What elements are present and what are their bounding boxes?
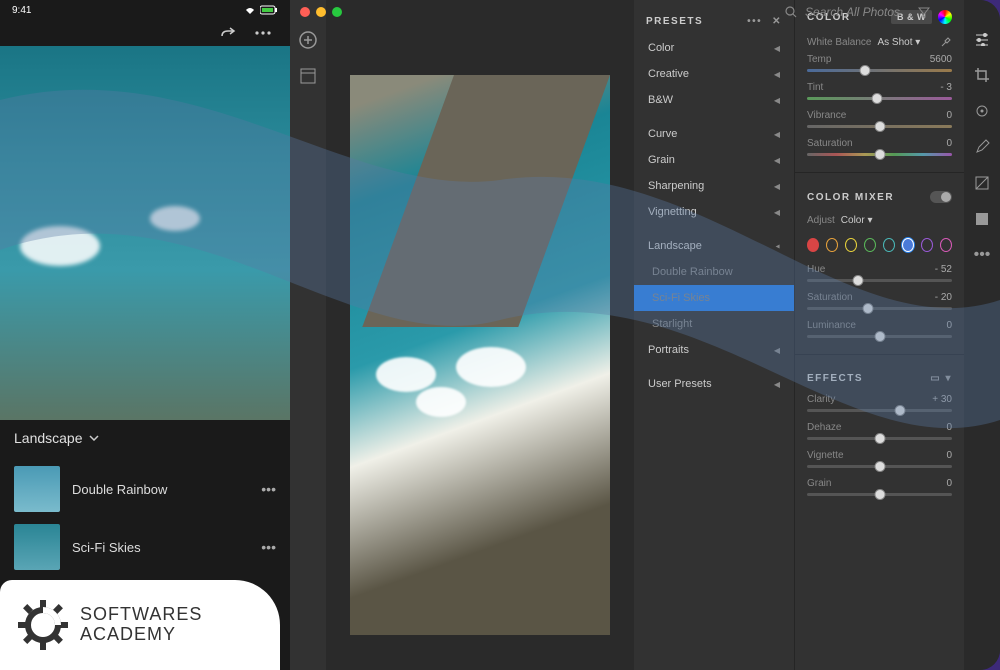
mobile-preset-row[interactable]: Double Rainbow ••• <box>14 460 276 518</box>
grid-view-icon[interactable] <box>298 66 318 86</box>
mobile-panel: 9:41 Landscape Double Rainbow <box>0 0 290 670</box>
preset-double-rainbow[interactable]: Double Rainbow <box>634 259 794 285</box>
presets-panel: PRESETS ••• ✕ Color◀ Creative◀ B&W◀ Curv… <box>634 0 794 670</box>
mobile-preview-image <box>0 46 290 420</box>
mobile-preset-row[interactable]: Sci-Fi Skies ••• <box>14 518 276 576</box>
preset-group-sharpening[interactable]: Sharpening◀ <box>634 173 794 199</box>
preset-group-user[interactable]: User Presets◀ <box>634 371 794 397</box>
watermark-text: SOFTWARES ACADEMY <box>80 605 202 645</box>
mobile-presets-list: Landscape Double Rainbow ••• Sci-Fi Skie… <box>0 420 290 586</box>
color-mixer-header: COLOR MIXER <box>795 181 964 211</box>
desktop-titlebar: Search All Photos <box>290 0 1000 24</box>
filter-icon[interactable] <box>918 6 930 18</box>
temp-slider[interactable]: Temp5600 <box>795 52 964 80</box>
preset-group-curve[interactable]: Curve◀ <box>634 121 794 147</box>
color-channel-dots <box>795 234 964 262</box>
color-dot-red[interactable] <box>807 238 819 252</box>
preset-group-vignetting[interactable]: Vignetting◀ <box>634 199 794 225</box>
preset-more-icon[interactable]: ••• <box>261 539 276 555</box>
color-dot-orange[interactable] <box>826 238 838 252</box>
gear-logo-icon <box>16 598 70 652</box>
adjust-selector[interactable]: Adjust Color ▾ <box>795 211 964 234</box>
crop-icon[interactable] <box>973 66 991 84</box>
mobile-toolbar <box>0 20 290 46</box>
mobile-category-selector[interactable]: Landscape <box>14 430 276 446</box>
color-dot-purple[interactable] <box>921 238 933 252</box>
preset-group-bw[interactable]: B&W◀ <box>634 87 794 113</box>
color-dot-magenta[interactable] <box>940 238 952 252</box>
controls-panel: COLOR B & W White Balance As Shot ▾ Temp… <box>794 0 964 670</box>
add-photo-icon[interactable] <box>298 30 318 50</box>
eyedropper-icon[interactable] <box>940 36 952 48</box>
color-dot-yellow[interactable] <box>845 238 857 252</box>
white-balance-row: White Balance As Shot ▾ <box>795 32 964 52</box>
right-tool-rail: ••• <box>964 0 1000 670</box>
preset-scifi-skies[interactable]: Sci-Fi Skies <box>634 285 794 311</box>
preset-group-landscape[interactable]: Landscape▾ <box>634 233 794 259</box>
left-toolbar <box>290 0 326 670</box>
search-box[interactable]: Search All Photos <box>785 5 930 19</box>
preset-group-creative[interactable]: Creative◀ <box>634 61 794 87</box>
more-icon[interactable] <box>254 24 272 42</box>
minimize-window-icon[interactable] <box>316 7 326 17</box>
wb-label: White Balance <box>807 37 871 48</box>
color-dot-green[interactable] <box>864 238 876 252</box>
preset-label: Double Rainbow <box>72 482 249 497</box>
effects-header: EFFECTS ▭ ▾ <box>795 363 964 392</box>
canvas-area <box>326 0 634 670</box>
desktop-panel: Search All Photos <box>290 0 1000 670</box>
status-icons <box>244 5 278 15</box>
preset-more-icon[interactable]: ••• <box>261 481 276 497</box>
hue-slider[interactable]: Hue- 52 <box>795 262 964 290</box>
color-mixer-title: COLOR MIXER <box>807 192 894 203</box>
radial-icon[interactable] <box>973 210 991 228</box>
preset-label: Sci-Fi Skies <box>72 540 249 555</box>
vibrance-slider[interactable]: Vibrance0 <box>795 108 964 136</box>
more-tools-icon[interactable]: ••• <box>973 246 991 264</box>
watermark-badge: SOFTWARES ACADEMY <box>0 580 280 670</box>
color-dot-aqua[interactable] <box>883 238 895 252</box>
search-placeholder: Search All Photos <box>805 5 900 19</box>
battery-icon <box>260 5 278 15</box>
edit-sliders-icon[interactable] <box>973 30 991 48</box>
healing-brush-icon[interactable] <box>973 102 991 120</box>
dehaze-slider[interactable]: Dehaze0 <box>795 420 964 448</box>
maximize-window-icon[interactable] <box>332 7 342 17</box>
mobile-status-bar: 9:41 <box>0 0 290 20</box>
color-mixer-toggle[interactable] <box>930 191 952 203</box>
main-preview-image[interactable] <box>350 75 610 635</box>
tint-slider[interactable]: Tint- 3 <box>795 80 964 108</box>
preset-starlight[interactable]: Starlight <box>634 311 794 337</box>
preset-group-grain[interactable]: Grain◀ <box>634 147 794 173</box>
effects-compare-icon[interactable]: ▭ ▾ <box>930 373 952 384</box>
preset-group-portraits[interactable]: Portraits◀ <box>634 337 794 363</box>
preset-group-color[interactable]: Color◀ <box>634 35 794 61</box>
preset-thumbnail <box>14 466 60 512</box>
saturation-slider[interactable]: Saturation0 <box>795 136 964 164</box>
brush-icon[interactable] <box>973 138 991 156</box>
search-icon <box>785 6 797 18</box>
color-dot-blue[interactable] <box>902 238 914 252</box>
mobile-category-label: Landscape <box>14 430 83 446</box>
redo-icon[interactable] <box>220 24 238 42</box>
chevron-down-icon <box>89 435 99 441</box>
status-time: 9:41 <box>12 5 31 16</box>
clarity-slider[interactable]: Clarity+ 30 <box>795 392 964 420</box>
luminance-slider[interactable]: Luminance0 <box>795 318 964 346</box>
grain-slider[interactable]: Grain0 <box>795 476 964 504</box>
close-window-icon[interactable] <box>300 7 310 17</box>
wifi-icon <box>244 5 256 15</box>
gradient-icon[interactable] <box>973 174 991 192</box>
mixer-saturation-slider[interactable]: Saturation- 20 <box>795 290 964 318</box>
vignette-slider[interactable]: Vignette0 <box>795 448 964 476</box>
preset-thumbnail <box>14 524 60 570</box>
wb-selector[interactable]: As Shot ▾ <box>877 37 920 48</box>
effects-title: EFFECTS <box>807 373 863 384</box>
window-controls[interactable] <box>300 7 342 17</box>
